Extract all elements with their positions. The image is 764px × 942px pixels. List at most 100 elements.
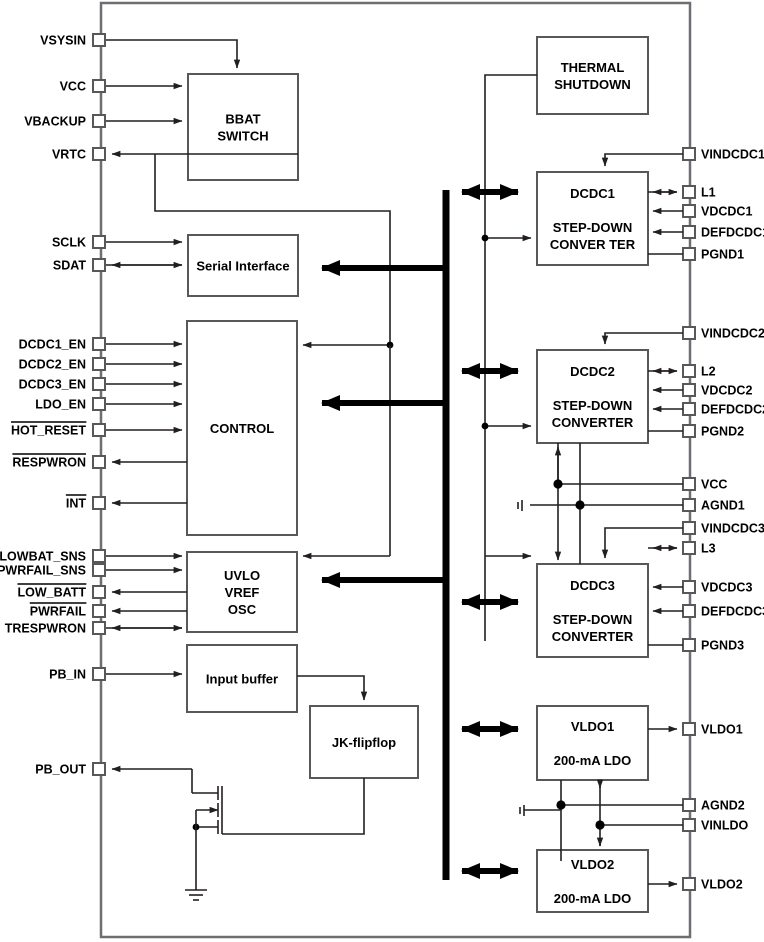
right-pin-label: VINDCDC1 xyxy=(701,148,764,162)
right-pin-vdcdc1-2[interactable]: VDCDC1 xyxy=(682,204,752,219)
block-label-line: VLDO2 xyxy=(571,857,614,872)
left-pin-label: VRTC xyxy=(52,148,86,162)
left-pin-label: TRESPWRON xyxy=(5,622,86,636)
left-pin-label: INT xyxy=(66,497,87,511)
block-label-line: 200-mA LDO xyxy=(554,891,632,906)
block-group: BBAT SWITCH Serial Interface CONTROL UVLO VRE… xyxy=(186,36,649,913)
left-pin-label: DCDC2_EN xyxy=(19,358,86,372)
right-pin-vindcdc1-0[interactable]: VINDCDC1 xyxy=(682,147,764,162)
pin-square xyxy=(92,423,106,437)
left-pin-pwrfail_sns[interactable]: PWRFAIL_SNS xyxy=(0,563,106,578)
pin-square xyxy=(92,337,106,351)
right-pin-label: PGND3 xyxy=(701,639,744,653)
pin-square xyxy=(682,477,696,491)
left-pin-respwron[interactable]: RESPWRON xyxy=(12,453,106,470)
right-pin-vindcdc3-12[interactable]: VINDCDC3 xyxy=(682,521,764,536)
block-dcdc2: DCDC2 STEP-DOWN CONVERTER xyxy=(536,349,649,444)
pin-square xyxy=(92,147,106,161)
pin-square xyxy=(682,798,696,812)
left-pin-dcdc2_en[interactable]: DCDC2_EN xyxy=(19,357,106,372)
left-pin-label: PB_IN xyxy=(49,668,86,682)
left-pin-dcdc3_en[interactable]: DCDC3_EN xyxy=(19,377,106,392)
right-pin-vdcdc3-14[interactable]: VDCDC3 xyxy=(682,580,752,595)
left-pin-hot_reset[interactable]: HOT_RESET xyxy=(10,421,106,438)
right-pin-label: PGND2 xyxy=(701,425,744,439)
left-pin-label: DCDC3_EN xyxy=(19,378,86,392)
right-pin-defdcdc2-8[interactable]: DEFDCDC2 xyxy=(682,402,764,417)
pin-square xyxy=(682,638,696,652)
right-pin-l2-6[interactable]: L2 xyxy=(682,364,716,379)
block-label-line: DCDC1 xyxy=(570,186,615,201)
right-pin-defdcdc3-15[interactable]: DEFDCDC3 xyxy=(682,604,764,619)
left-pin-lowbat_sns[interactable]: LOWBAT_SNS xyxy=(0,549,106,564)
right-pin-label: L1 xyxy=(701,186,716,200)
left-pin-ldo_en[interactable]: LDO_EN xyxy=(35,397,106,412)
block-label-line: SWITCH xyxy=(217,129,268,144)
left-pin-vcc[interactable]: VCC xyxy=(60,79,106,94)
right-pin-label: VINLDO xyxy=(701,819,749,833)
right-pin-pgnd1-4[interactable]: PGND1 xyxy=(682,247,744,262)
pin-square xyxy=(682,877,696,891)
right-pin-l3-13[interactable]: L3 xyxy=(682,541,716,556)
pin-square xyxy=(682,722,696,736)
left-pin-low_batt[interactable]: LOW_BATT xyxy=(17,583,106,600)
right-pin-vindcdc2-5[interactable]: VINDCDC2 xyxy=(682,326,764,341)
right-pin-label: L3 xyxy=(701,542,716,556)
right-pin-l1-1[interactable]: L1 xyxy=(682,185,716,200)
pin-square xyxy=(92,621,106,635)
pin-square xyxy=(92,549,106,563)
block-outline xyxy=(536,36,649,115)
right-pin-vinldo-19[interactable]: VINLDO xyxy=(682,818,749,833)
left-pin-label: VCC xyxy=(60,80,86,94)
block-serial: Serial Interface xyxy=(187,234,299,297)
left-pin-dcdc1_en[interactable]: DCDC1_EN xyxy=(19,337,106,352)
right-pin-label: VINDCDC3 xyxy=(701,522,764,536)
right-pin-agnd1-11[interactable]: AGND1 xyxy=(682,498,745,513)
right-pin-pgnd2-9[interactable]: PGND2 xyxy=(682,424,744,439)
left-pin-sdat[interactable]: SDAT xyxy=(53,258,106,273)
pin-square xyxy=(682,383,696,397)
left-pin-label: HOT_RESET xyxy=(11,424,86,438)
right-pin-label: VLDO1 xyxy=(701,723,743,737)
right-pin-vldo2-20[interactable]: VLDO2 xyxy=(682,877,743,892)
left-pin-pwrfail[interactable]: PWRFAIL xyxy=(29,602,106,619)
right-pin-label: VLDO2 xyxy=(701,878,743,892)
left-pin-group: VSYSIN VCC VBACKUP VRTC SCLK SDAT DCDC1_EN DCDC… xyxy=(0,33,106,777)
block-thermal: THERMAL SHUTDOWN xyxy=(536,36,649,115)
left-pin-label: PWRFAIL_SNS xyxy=(0,564,86,578)
right-pin-pgnd3-16[interactable]: PGND3 xyxy=(682,638,744,653)
right-pin-vdcdc2-7[interactable]: VDCDC2 xyxy=(682,383,752,398)
left-pin-sclk[interactable]: SCLK xyxy=(52,235,106,250)
left-pin-int[interactable]: INT xyxy=(65,494,106,511)
right-pin-vldo1-17[interactable]: VLDO1 xyxy=(682,722,743,737)
block-label-line: 200-mA LDO xyxy=(554,753,632,768)
pin-square xyxy=(682,204,696,218)
block-label-line: OSC xyxy=(228,602,257,617)
functional-block-diagram: VSYSIN VCC VBACKUP VRTC SCLK SDAT DCDC1_EN DCDC… xyxy=(0,1,764,939)
left-pin-trespwron[interactable]: TRESPWRON xyxy=(5,621,106,636)
right-pin-agnd2-18[interactable]: AGND2 xyxy=(682,798,745,813)
pin-square xyxy=(682,185,696,199)
left-pin-pb_in[interactable]: PB_IN xyxy=(49,667,106,682)
left-pin-vsysin[interactable]: VSYSIN xyxy=(40,33,106,48)
left-pin-vbackup[interactable]: VBACKUP xyxy=(24,114,106,129)
left-pin-pb_out[interactable]: PB_OUT xyxy=(35,762,106,777)
pin-square xyxy=(92,235,106,249)
left-pin-label: LOWBAT_SNS xyxy=(0,550,86,564)
right-pin-label: AGND1 xyxy=(701,499,745,513)
pin-square xyxy=(682,521,696,535)
block-label-line: DCDC3 xyxy=(570,578,615,593)
pin-square xyxy=(92,397,106,411)
pin-square xyxy=(682,541,696,555)
right-pin-defdcdc1-3[interactable]: DEFDCDC1 xyxy=(682,225,764,240)
block-jkff: JK-flipflop xyxy=(309,705,419,779)
block-uvlo: UVLO VREF OSC xyxy=(186,551,298,633)
pin-square xyxy=(92,762,106,776)
pin-square xyxy=(682,147,696,161)
right-pin-label: VINDCDC2 xyxy=(701,327,764,341)
right-pin-vcc-10[interactable]: VCC xyxy=(682,477,727,492)
block-label-line: THERMAL xyxy=(561,60,625,75)
pin-square xyxy=(682,604,696,618)
left-pin-vrtc[interactable]: VRTC xyxy=(52,147,106,162)
block-outline xyxy=(187,73,299,181)
